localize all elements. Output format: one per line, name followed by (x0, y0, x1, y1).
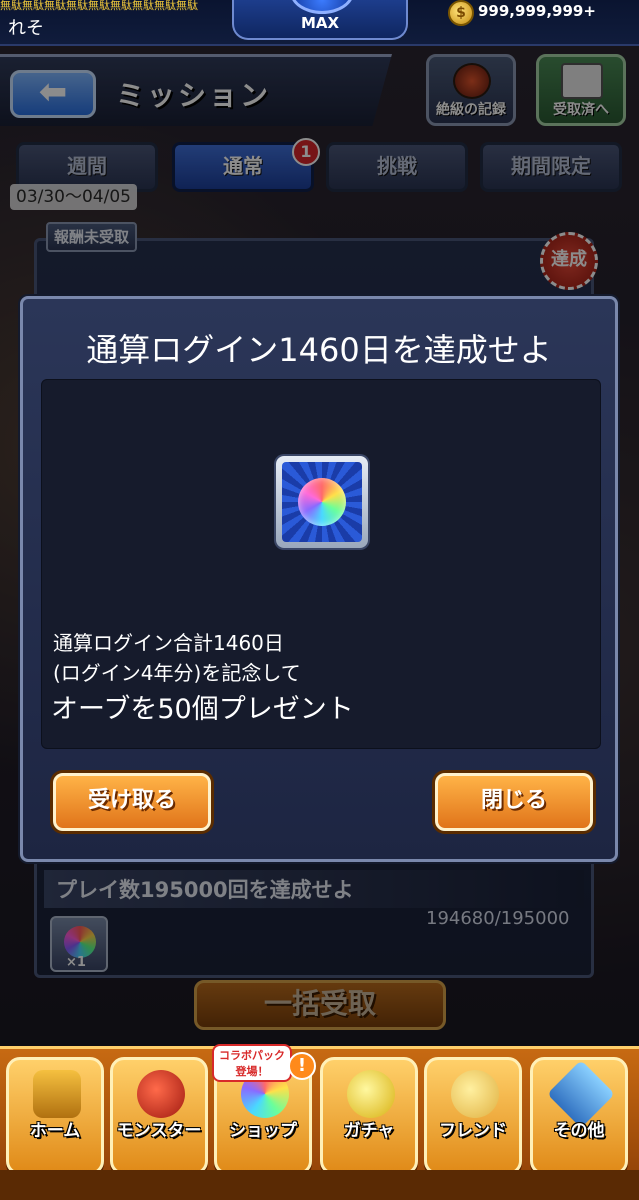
nav-monster[interactable]: モンスター (110, 1057, 208, 1175)
dialog-desc-line1: 通算ログイン合計1460日 (53, 631, 284, 655)
nav-shop-label: ショップ (229, 1121, 297, 1141)
nav-friend[interactable]: フレンド (424, 1057, 522, 1175)
reward-tile (276, 456, 368, 548)
nav-home[interactable]: ホーム (6, 1057, 104, 1175)
home-icon (33, 1070, 81, 1118)
coin-icon: $ (448, 0, 474, 26)
system-home-bar (0, 1170, 639, 1200)
gacha-egg-icon (347, 1070, 395, 1118)
close-button[interactable]: 閉じる (435, 773, 593, 831)
nav-other[interactable]: その他 (530, 1057, 628, 1175)
rank-label: MAX (300, 14, 340, 32)
nav-friend-label: フレンド (439, 1121, 507, 1141)
friend-balloon-icon (451, 1070, 499, 1118)
nav-home-label: ホーム (29, 1121, 81, 1141)
dialog-title: 通算ログイン1460日を達成せよ (86, 331, 552, 369)
receive-button[interactable]: 受け取る (53, 773, 211, 831)
rainbow-orb-icon (298, 478, 346, 526)
player-name: れそ (8, 18, 44, 39)
monster-icon (137, 1070, 185, 1118)
nav-other-label: その他 (553, 1121, 605, 1141)
coin-count: 999,999,999+ (478, 2, 596, 20)
nav-gacha[interactable]: ガチャ (320, 1057, 418, 1175)
rank-orb-icon (290, 0, 354, 14)
rank-gauge: MAX (232, 0, 408, 40)
top-status-bar: 無駄無駄無駄無駄無駄無駄無駄無駄無駄 れそ MAX $ 999,999,999+ (0, 0, 639, 46)
nav-monster-label: モンスター (116, 1121, 202, 1141)
shop-collab-callout: コラボパック 登場！ (212, 1044, 292, 1082)
nav-gacha-label: ガチャ (343, 1121, 395, 1141)
shop-alert-icon: ! (288, 1052, 316, 1080)
player-title-strip: 無駄無駄無駄無駄無駄無駄無駄無駄無駄 (0, 0, 198, 12)
dialog-desc-line2: (ログイン4年分)を記念して (53, 661, 301, 685)
dialog-desc-line3: オーブを50個プレゼント (51, 694, 354, 725)
mission-detail-dialog: 通算ログイン1460日を達成せよ 通算ログイン合計1460日 (ログイン4年分)… (20, 296, 618, 862)
